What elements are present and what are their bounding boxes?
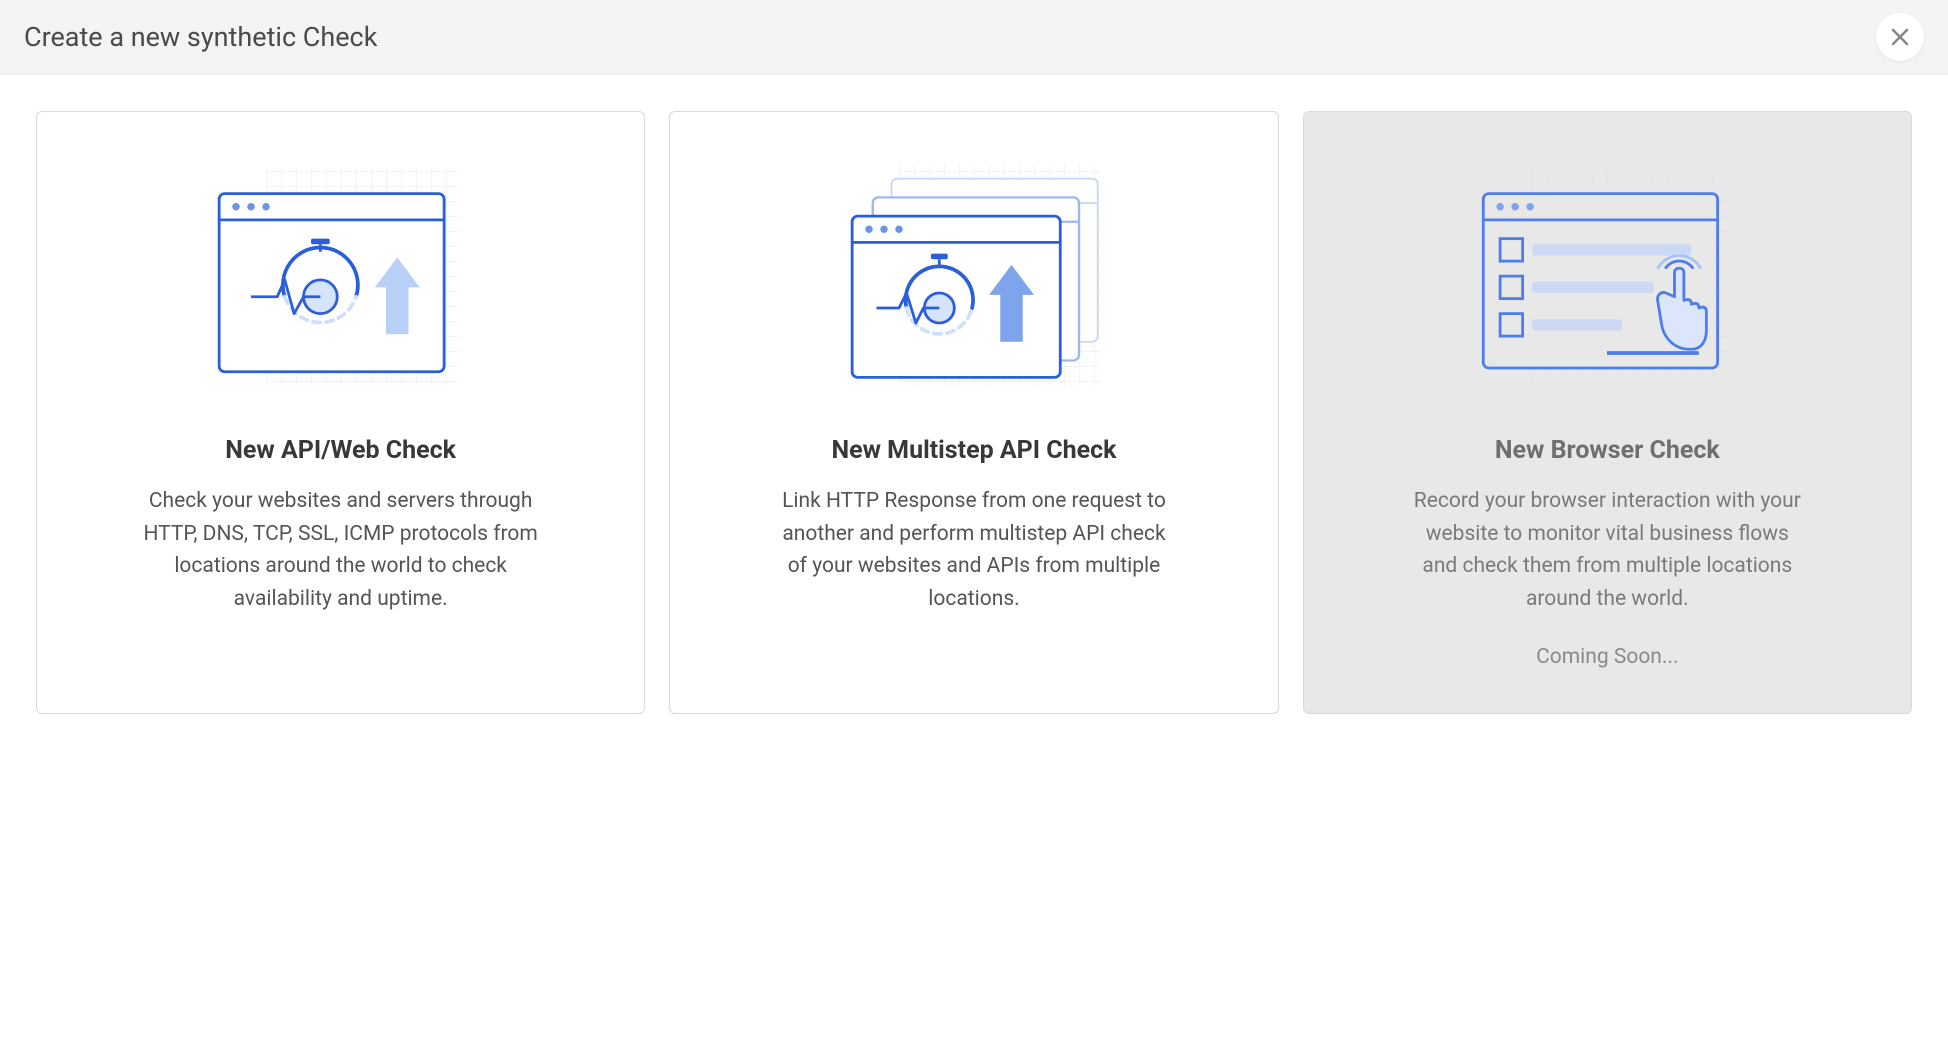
card-api-web-check[interactable]: New API/Web Check Check your websites an… <box>36 111 645 714</box>
card-description: Link HTTP Response from one request to a… <box>774 485 1174 615</box>
check-type-cards: New API/Web Check Check your websites an… <box>0 75 1948 750</box>
multistep-api-check-icon <box>824 148 1124 408</box>
dialog-title: Create a new synthetic Check <box>24 21 377 53</box>
card-description: Record your browser interaction with you… <box>1407 485 1807 615</box>
card-title: New Browser Check <box>1495 436 1720 465</box>
card-title: New API/Web Check <box>225 436 456 465</box>
card-multistep-api-check[interactable]: New Multistep API Check Link HTTP Respon… <box>669 111 1278 714</box>
card-browser-check: New Browser Check Record your browser in… <box>1303 111 1912 714</box>
card-title: New Multistep API Check <box>831 436 1116 465</box>
card-description: Check your websites and servers through … <box>141 485 541 615</box>
close-icon <box>1890 21 1910 54</box>
card-status: Coming Soon... <box>1536 645 1678 669</box>
api-web-check-icon <box>191 148 491 408</box>
browser-check-icon <box>1457 148 1757 408</box>
close-button[interactable] <box>1876 13 1924 61</box>
dialog-header: Create a new synthetic Check <box>0 0 1948 75</box>
